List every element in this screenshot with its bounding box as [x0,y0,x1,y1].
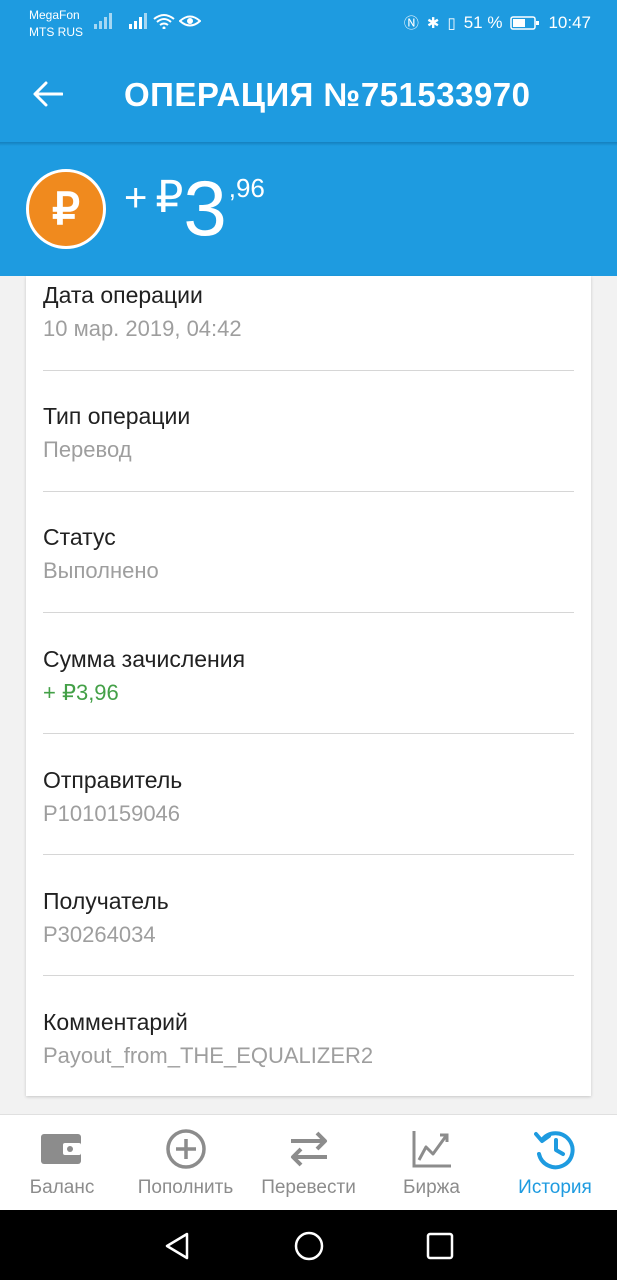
carrier-1: MegaFon [29,8,80,22]
nfc-icon: Ⓝ [403,15,419,32]
divider [43,612,574,613]
history-icon [534,1131,575,1170]
clock: 10:47 [548,12,591,32]
bluetooth-icon: ✱ [426,14,440,32]
detail-value: P1010159046 [43,801,181,826]
circle-home-icon [294,1231,324,1261]
divider [43,975,574,976]
bottom-navigation: Баланс Пополнить Перевести Биржа История [0,1114,617,1211]
signal-icon-2 [129,13,147,29]
nav-item-topup[interactable]: Пополнить [124,1115,247,1211]
page-title: ОПЕРАЦИЯ №751533970 [124,76,531,113]
battery-percent: 51 % [463,12,503,32]
operation-details-card: Дата операции 10 мар. 2019, 04:42 Тип оп… [26,276,591,1096]
status-right: Ⓝ ✱ ▯ 51 % 10:47 [404,12,591,33]
detail-label: Тип операции [43,403,191,429]
detail-label: Отправитель [43,767,183,793]
divider [43,854,574,855]
system-navigation-bar [0,1210,617,1280]
carrier-2: MTS RUS [29,25,83,39]
nav-label: Перевести [261,1177,356,1198]
amount-sign: + [124,176,148,220]
detail-value: Payout_from_THE_EQUALIZER2 [43,1043,374,1068]
vibrate-icon: ▯ [447,14,456,32]
system-recents-button[interactable] [420,1226,460,1266]
nav-item-transfer[interactable]: Перевести [247,1115,370,1211]
detail-value: Перевод [43,437,132,462]
detail-value: + ₽3,96 [43,680,119,705]
back-button[interactable] [22,68,74,120]
square-recents-icon [426,1232,454,1260]
detail-label: Сумма зачисления [43,646,246,672]
eye-icon [179,15,201,27]
battery-icon [510,15,540,30]
system-back-button[interactable] [157,1226,197,1266]
coin-symbol: ₽ [52,184,80,234]
signal-icon [94,13,112,29]
triangle-back-icon [165,1232,189,1260]
system-home-button[interactable] [289,1226,329,1266]
divider [43,491,574,492]
detail-label: Статус [43,524,116,550]
app-bar: ОПЕРАЦИЯ №751533970 [0,46,617,142]
nav-item-history[interactable]: История [493,1115,617,1211]
nav-label: Пополнить [137,1177,234,1198]
carrier-info: MegaFon MTS RUS [29,7,83,41]
detail-label: Комментарий [43,1009,188,1035]
detail-value: 10 мар. 2019, 04:42 [43,316,242,341]
nav-label: Биржа [403,1177,460,1198]
nav-item-exchange[interactable]: Биржа [370,1115,493,1211]
divider [43,733,574,734]
detail-value: P30264034 [43,922,156,947]
amount-integer: 3 [183,164,227,252]
plus-circle-icon [165,1129,206,1169]
ruble-coin-icon: ₽ [26,169,106,249]
nav-label: Баланс [29,1177,95,1198]
wifi-icon [153,14,175,29]
wallet-icon [41,1134,81,1164]
nav-item-balance[interactable]: Баланс [0,1115,124,1211]
chart-icon [412,1131,451,1168]
nav-label: История [518,1177,592,1198]
arrow-back-icon [33,81,63,107]
detail-label: Получатель [43,888,169,914]
detail-label: Дата операции [43,282,203,308]
status-bar: MegaFon MTS RUS Ⓝ ✱ ▯ 51 % 10:47 [0,0,617,46]
detail-value: Выполнено [43,558,159,583]
divider [43,370,574,371]
amount-decimal: ,96 [228,173,265,203]
amount-banner: ₽ + ₽ 3 ,96 [0,146,617,276]
amount-currency: ₽ [155,173,184,222]
transfer-arrows-icon [290,1131,327,1167]
amount-display: + ₽ 3 ,96 [124,168,265,248]
